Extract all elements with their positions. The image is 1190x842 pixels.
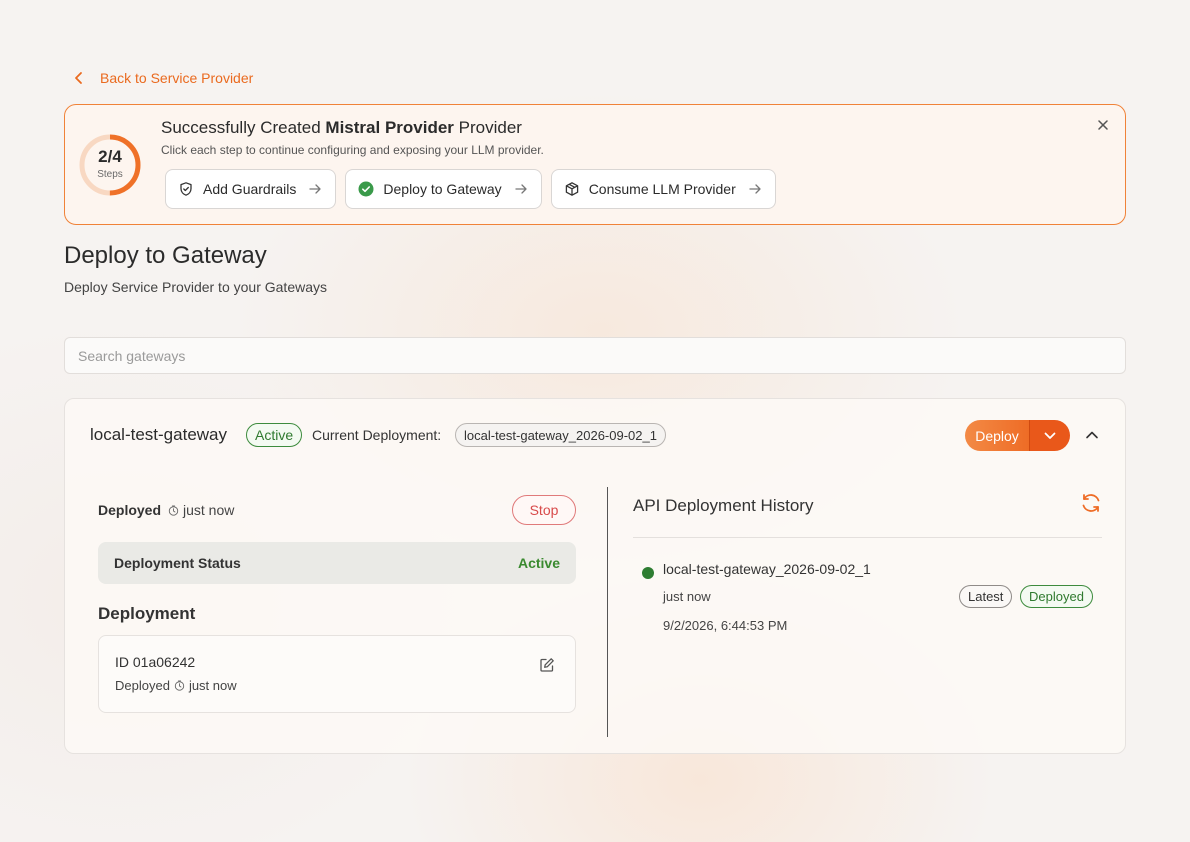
step-label: Consume LLM Provider <box>588 181 736 197</box>
close-banner-button[interactable] <box>1095 117 1111 133</box>
current-deployment-label: Current Deployment: <box>312 427 442 443</box>
deployment-time-text: just now <box>188 678 237 693</box>
step-label: Deploy to Gateway <box>383 181 502 197</box>
column-divider <box>607 487 608 737</box>
clock-icon <box>168 504 179 516</box>
shield-icon <box>178 181 194 197</box>
gateway-status-badge: Active <box>246 423 303 447</box>
check-circle-icon <box>358 181 374 197</box>
banner-provider-name: Mistral Provider <box>325 118 454 137</box>
gateway-name: local-test-gateway <box>90 425 228 444</box>
stop-button[interactable]: Stop <box>512 495 576 525</box>
banner-title-suffix: Provider <box>458 118 522 137</box>
arrow-right-icon <box>308 182 322 196</box>
chevron-left-icon <box>72 71 86 85</box>
steps-progress-ring: 2/4 Steps <box>77 132 143 198</box>
deployment-time: Deployed just now <box>115 678 237 693</box>
history-entry-when: just now <box>663 589 711 604</box>
deployment-deployed-label: Deployed <box>115 678 170 693</box>
deploy-button[interactable]: Deploy <box>965 420 1029 451</box>
edit-deployment-button[interactable] <box>539 657 555 673</box>
refresh-icon <box>1080 492 1102 514</box>
arrow-right-icon <box>514 182 528 196</box>
chevron-down-icon <box>1043 429 1057 443</box>
deployment-status-label: Deployment Status <box>114 555 241 571</box>
deployed-badge: Deployed <box>1020 585 1093 608</box>
edit-icon <box>539 657 555 673</box>
refresh-history-button[interactable] <box>1080 492 1102 514</box>
back-to-service-provider-link[interactable]: Back to Service Provider <box>72 70 253 86</box>
deployment-status-box: Deployment Status Active <box>98 542 576 584</box>
banner-subtitle: Click each step to continue configuring … <box>161 143 544 157</box>
deployment-id: ID 01a06242 <box>115 654 196 670</box>
steps-label: Steps <box>97 169 123 180</box>
chevron-up-icon <box>1084 427 1100 443</box>
current-deployment-badge: local-test-gateway_2026-09-02_1 <box>455 423 666 447</box>
close-icon <box>1095 117 1111 133</box>
steps-list: Add Guardrails Deploy to Gateway Consume… <box>165 169 776 209</box>
history-title: API Deployment History <box>633 496 814 515</box>
deployed-time-text: just now <box>183 502 235 518</box>
arrow-right-icon <box>748 182 762 196</box>
step-add-guardrails[interactable]: Add Guardrails <box>165 169 337 209</box>
banner-title: Successfully Created Mistral Provider Pr… <box>161 118 522 138</box>
step-label: Add Guardrails <box>203 181 297 197</box>
deployed-row: Deployed just now Stop <box>98 494 576 525</box>
package-icon <box>564 181 580 197</box>
deployment-card: ID 01a06242 Deployed just now <box>98 635 576 713</box>
deployed-status-dot <box>642 567 654 579</box>
deployment-heading: Deployment <box>98 604 196 623</box>
latest-badge: Latest <box>959 585 1013 608</box>
steps-count: 2/4 <box>98 147 122 166</box>
deployed-time: just now <box>168 502 234 518</box>
success-banner: 2/4 Steps Successfully Created Mistral P… <box>64 104 1126 225</box>
banner-title-prefix: Successfully Created <box>161 118 321 137</box>
search-gateways-input[interactable] <box>64 337 1126 374</box>
page-title: Deploy to Gateway <box>64 242 267 269</box>
clock-icon <box>174 680 185 691</box>
history-entry-date: 9/2/2026, 6:44:53 PM <box>663 618 788 633</box>
gateway-card: local-test-gateway Active Current Deploy… <box>64 398 1126 754</box>
collapse-gateway-button[interactable] <box>1084 427 1100 443</box>
step-consume-llm-provider[interactable]: Consume LLM Provider <box>550 169 776 209</box>
page-subtitle: Deploy Service Provider to your Gateways <box>64 279 327 295</box>
history-entry-name: local-test-gateway_2026-09-02_1 <box>663 561 871 577</box>
history-separator <box>633 537 1102 538</box>
deployment-status-value: Active <box>517 555 560 571</box>
deploy-split-button: Deploy <box>965 420 1070 451</box>
back-link-label: Back to Service Provider <box>100 70 254 86</box>
deployed-label: Deployed <box>98 502 162 518</box>
step-deploy-to-gateway[interactable]: Deploy to Gateway <box>345 169 542 209</box>
deploy-options-button[interactable] <box>1029 420 1070 451</box>
